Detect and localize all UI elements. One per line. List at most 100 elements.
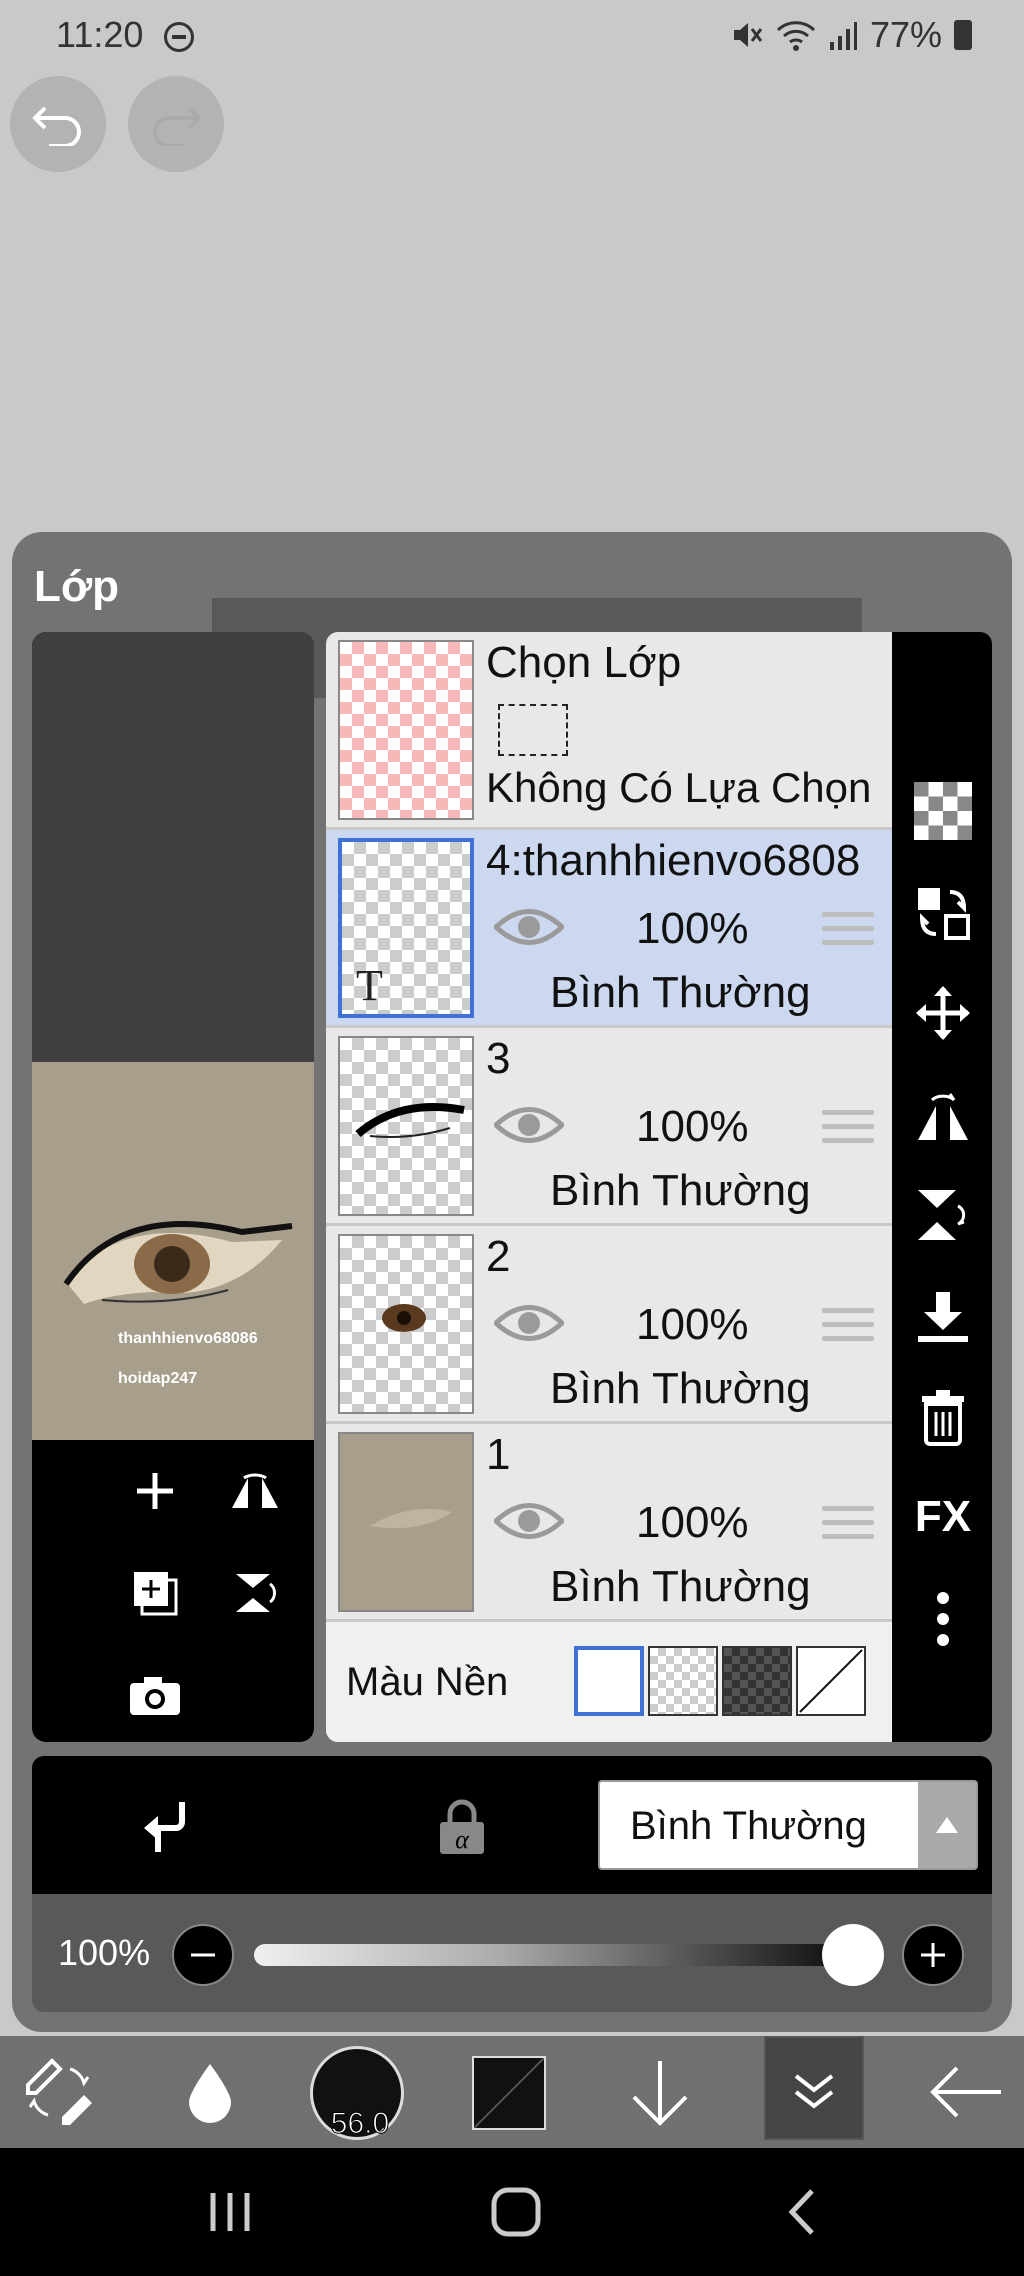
brush-size-button[interactable]: 56.0 <box>310 2046 404 2141</box>
layer-thumbnail <box>338 1036 474 1216</box>
redo-button[interactable] <box>128 76 224 172</box>
status-time: 11:20 <box>56 14 144 55</box>
layer-row-3[interactable]: 3 100% Bình Thường <box>326 1028 892 1226</box>
brush-size-value: 56.0 <box>330 2107 390 2141</box>
duplicate-layer-button[interactable] <box>120 1558 190 1628</box>
brush-button[interactable] <box>170 2036 250 2148</box>
move-button[interactable] <box>912 982 974 1044</box>
layer-name: 1 <box>486 1430 511 1479</box>
layer-row-1[interactable]: 1 100% Bình Thường <box>326 1424 892 1622</box>
background-none-swatch[interactable] <box>796 1646 866 1716</box>
arrow-down-icon <box>632 2061 688 2126</box>
flip-horizontal-icon <box>918 1093 968 1140</box>
back-button[interactable] <box>916 2036 1016 2148</box>
layer-thumbnail: T <box>338 838 474 1018</box>
drag-handle-icon[interactable] <box>822 1110 874 1150</box>
layer-opacity: 100% <box>636 904 749 953</box>
selection-layer-name: Chọn Lớp <box>486 638 682 687</box>
flip-horizontal-icon <box>232 1473 278 1508</box>
do-not-disturb-icon <box>164 22 194 52</box>
watermark-line2: hoidap247 <box>118 1370 198 1387</box>
visibility-eye-icon[interactable] <box>494 1300 564 1346</box>
layer-row-2[interactable]: 2 100% Bình Thường <box>326 1226 892 1424</box>
panel-title: Lớp <box>34 562 120 611</box>
move-arrows-icon <box>916 986 970 1040</box>
color-picker-button[interactable] <box>472 2056 546 2130</box>
battery-percent: 77% <box>869 14 942 55</box>
selection-layer-row[interactable]: Chọn Lớp Không Có Lựa Chọn <box>326 632 892 830</box>
layer-row-4[interactable]: T 4:thanhhienvo6808 100% Bình Thường <box>326 830 892 1028</box>
flip-horizontal-layer-button[interactable] <box>912 1084 974 1146</box>
camera-button[interactable] <box>120 1660 190 1730</box>
background-dark-check-swatch[interactable] <box>722 1646 792 1716</box>
preview-dark-area <box>32 632 314 1062</box>
scroll-down-button[interactable] <box>620 2036 700 2148</box>
more-options-button[interactable] <box>912 1588 974 1650</box>
flip-vertical-layer-button[interactable] <box>912 1184 974 1246</box>
selection-status: Không Có Lựa Chọn <box>486 764 872 811</box>
recent-apps-icon <box>210 2193 250 2231</box>
redo-icon <box>153 106 202 146</box>
opacity-decrease-button[interactable] <box>172 1924 234 1986</box>
system-back-button[interactable] <box>772 2182 832 2242</box>
plus-icon <box>137 1473 173 1509</box>
duplicate-icon <box>134 1572 178 1616</box>
opacity-slider[interactable] <box>254 1944 874 1966</box>
layer-opacity: 100% <box>636 1102 749 1151</box>
lock-alpha-icon: α <box>440 1799 484 1854</box>
flip-vertical-icon <box>918 1190 966 1240</box>
triangle-up-icon <box>918 1782 976 1868</box>
swap-icon <box>918 888 970 940</box>
drag-handle-icon[interactable] <box>822 1308 874 1348</box>
color-diagonal-icon <box>473 2057 545 2129</box>
background-white-swatch[interactable] <box>574 1646 644 1716</box>
alpha-lock-button[interactable]: α <box>432 1796 492 1856</box>
watermark-line1: thanhhienvo68086 <box>118 1330 258 1347</box>
iris-drawing <box>382 1304 426 1332</box>
swap-layer-button[interactable] <box>912 882 974 944</box>
layer-name: 3 <box>486 1034 511 1083</box>
layer-opacity: 100% <box>636 1498 749 1547</box>
delete-layer-button[interactable] <box>912 1386 974 1448</box>
layer-blend-mode: Bình Thường <box>550 1364 811 1413</box>
preview-tools <box>32 1440 314 1742</box>
layers-button[interactable] <box>764 2036 864 2140</box>
home-button[interactable] <box>486 2182 546 2242</box>
opacity-bar: 100% <box>32 1894 992 2012</box>
camera-icon <box>130 1677 180 1715</box>
recent-apps-button[interactable] <box>200 2182 260 2242</box>
opacity-slider-thumb[interactable] <box>822 1924 884 1986</box>
drag-handle-icon[interactable] <box>822 1506 874 1546</box>
transparency-button[interactable] <box>912 780 974 842</box>
clipping-arrow-icon <box>144 1802 185 1852</box>
layer-tools-sidebar: FX <box>892 632 992 1742</box>
flip-vertical-button[interactable] <box>220 1558 290 1628</box>
diagonal-line-icon <box>799 1649 863 1713</box>
visibility-eye-icon[interactable] <box>494 1498 564 1544</box>
layer-blend-mode: Bình Thường <box>550 968 811 1017</box>
visibility-eye-icon[interactable] <box>494 904 564 950</box>
selection-layer-thumbnail <box>338 640 474 820</box>
visibility-eye-icon[interactable] <box>494 1102 564 1148</box>
opacity-increase-button[interactable] <box>902 1924 964 1986</box>
svg-text:α: α <box>455 1825 470 1854</box>
arrow-left-icon <box>930 2066 1001 2118</box>
eyelash-drawing <box>355 1103 465 1138</box>
blend-mode-select[interactable]: Bình Thường <box>598 1780 978 1870</box>
drag-handle-icon[interactable] <box>822 912 874 952</box>
layer-blend-mode: Bình Thường <box>550 1562 811 1611</box>
layer-opacity: 100% <box>636 1300 749 1349</box>
flip-vertical-icon <box>236 1574 276 1612</box>
flip-horizontal-button[interactable] <box>220 1456 290 1526</box>
signal-icon <box>829 22 857 50</box>
wifi-icon <box>776 21 815 51</box>
clipping-button[interactable] <box>138 1796 198 1856</box>
merge-down-button[interactable] <box>912 1286 974 1348</box>
layer-name: 2 <box>486 1232 511 1281</box>
background-transparent-swatch[interactable] <box>648 1646 718 1716</box>
bottom-toolbar: 56.0 <box>0 2036 1024 2148</box>
add-layer-button[interactable] <box>120 1456 190 1526</box>
fx-button[interactable]: FX <box>912 1486 974 1548</box>
tool-switch-button[interactable] <box>14 2036 104 2148</box>
undo-button[interactable] <box>10 76 106 172</box>
